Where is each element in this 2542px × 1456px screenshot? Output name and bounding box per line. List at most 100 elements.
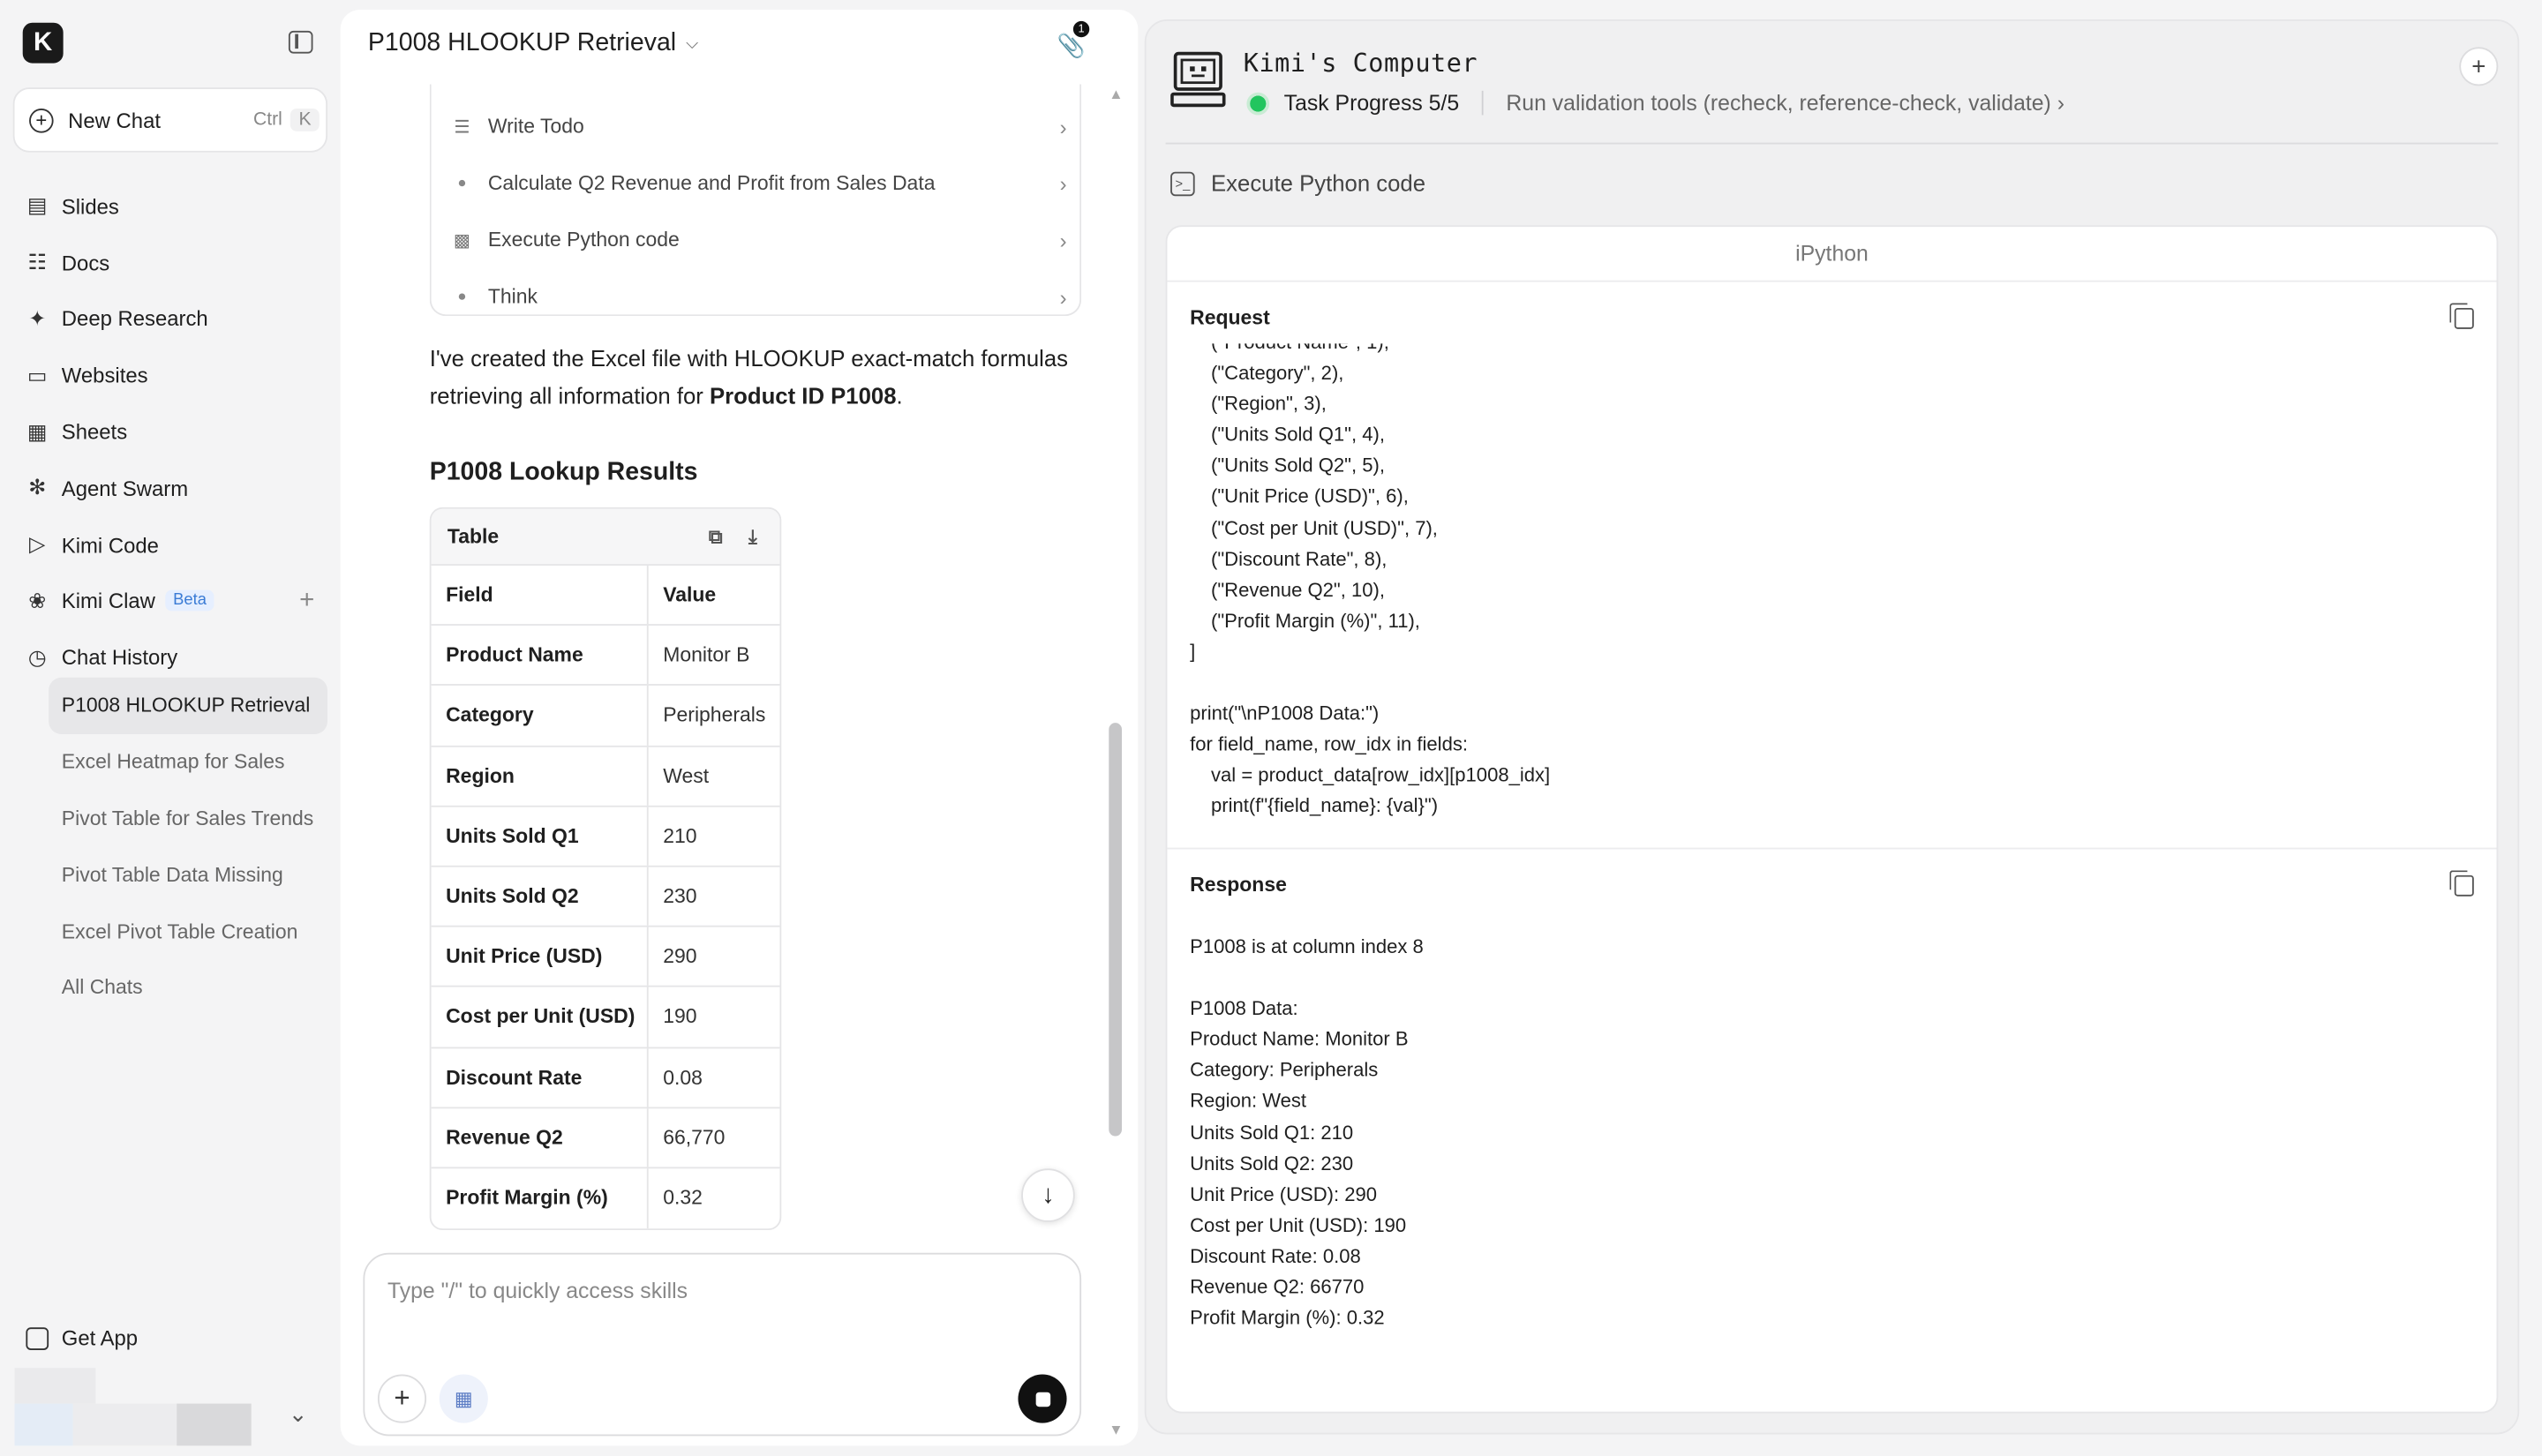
message-bold: Product ID P1008 [710,382,897,409]
code-line: Region: West [1190,1090,1307,1113]
value-cell: Monitor B [663,643,750,667]
code-line: Profit Margin (%): 0.32 [1190,1306,1385,1330]
panel-add-button[interactable]: + [2459,47,2499,86]
chevron-right-icon: › [1059,284,1067,309]
add-claw-icon[interactable]: + [299,587,314,616]
value-cell: 66,770 [663,1126,726,1149]
step-calculate[interactable]: Calculate Q2 Revenue and Profit from Sal… [451,167,1067,199]
step-execute-python[interactable]: ▩ Execute Python code › [451,223,1067,256]
sidebar-item-websites[interactable]: ▭ Websites [26,348,334,404]
attachment-count-badge: 1 [1072,20,1090,38]
paperclip-icon[interactable]: 📎 [1057,33,1086,58]
history-item[interactable]: Pivot Table for Sales Trends [49,791,327,847]
assistant-message: I've created the Excel file with HLOOKUP… [430,341,1079,415]
lookup-results-table: Table ⧉ ⤓ Field Value Product Name Monito… [429,507,782,1231]
sidebar-item-deep-research[interactable]: ✦ Deep Research [26,291,334,348]
device-icon [26,1326,49,1350]
sidebar-item-kimi-code[interactable]: ▷ Kimi Code [26,517,334,574]
table-row: Category Peripherals [431,686,780,747]
code-line: Revenue Q2: 66770 [1190,1275,1365,1299]
scroll-up-arrow[interactable]: ▲ [1109,86,1123,101]
get-app-button[interactable]: Get App [26,1325,138,1350]
copy-icon[interactable] [2449,870,2474,897]
code-line: Product Name: Monitor B [1190,1027,1409,1051]
chat-title-dropdown[interactable]: P1008 HLOOKUP Retrieval ⌵ [368,29,698,58]
value-cell: 210 [663,824,697,848]
scrollbar-thumb[interactable] [1109,723,1122,1137]
sidebar-item-label: Slides [61,194,119,219]
bullet-icon [458,293,466,300]
code-line: val = product_data[row_idx][p1008_idx] [1211,763,1551,787]
sidebar-item-sheets[interactable]: ▦ Sheets [26,404,334,461]
kimi-logo[interactable]: K [22,22,64,64]
new-chat-button[interactable]: + New Chat Ctrl K [12,87,328,153]
copy-icon[interactable] [2449,303,2474,329]
table-row: Profit Margin (%) 0.32 [432,1168,780,1229]
scroll-to-bottom-button[interactable]: ↓ [1021,1168,1075,1222]
table-row: Units Sold Q1 210 [431,807,780,867]
shortcut-hint: Ctrl K [253,109,320,131]
chat-panel: P1008 HLOOKUP Retrieval ⌵ 📎 1 ☰ Write To… [340,10,1139,1446]
chevron-right-icon: › [1059,228,1067,252]
sidebar-item-label: Deep Research [61,307,208,332]
bullet-icon [458,179,466,187]
request-title: Request [1190,306,1270,329]
value-cell: West [663,764,710,788]
history-icon: ◷ [27,644,47,670]
chevron-right-icon: › [2050,90,2064,116]
table-row: Units Sold Q2 230 [431,867,780,927]
avatar[interactable] [14,1368,252,1446]
add-attachment-button[interactable]: + [377,1374,427,1423]
sidebar-item-slides[interactable]: ▤ Slides [26,178,334,235]
sidebar-collapse-icon[interactable] [288,30,313,54]
history-item-active[interactable]: P1008 HLOOKUP Retrieval [49,677,328,734]
slides-icon: ▤ [26,193,48,218]
code-line: Discount Rate: 0.08 [1190,1244,1361,1268]
stop-generation-button[interactable] [1018,1374,1067,1423]
table-row: Region West [431,746,780,807]
sidebar-item-docs[interactable]: ☷ Docs [26,235,334,291]
table-row: Product Name Monitor B [431,626,780,687]
code-line: ("Revenue Q2", 10), [1211,578,1386,601]
field-cell: Discount Rate [432,1047,649,1107]
terminal-icon: ▩ [453,230,471,251]
sidebar-item-label: Kimi Code [61,532,159,558]
step-think[interactable]: Think › [451,281,1067,313]
chevron-down-icon[interactable]: ⌄ [289,1400,308,1428]
step-write-todo[interactable]: ☰ Write Todo › [451,110,1066,143]
message-end: . [896,382,903,409]
sidebar-item-agent-swarm[interactable]: ✻ Agent Swarm [26,461,334,517]
message-composer[interactable]: Type "/" to quickly access skills + ▦ [363,1252,1082,1437]
scroll-down-arrow[interactable]: ▼ [1109,1422,1123,1437]
value-cell: 0.32 [663,1187,703,1211]
copy-icon[interactable]: ⧉ [709,524,723,549]
tool-name: Execute Python code [1211,169,1426,197]
history-item[interactable]: Excel Heatmap for Sales [49,734,327,791]
composer-input[interactable]: Type "/" to quickly access skills [387,1279,688,1303]
chevron-right-icon: › [1059,170,1067,196]
value-cell: Peripherals [663,703,766,727]
request-code-viewport[interactable]: ("Product Name", 1), ("Category", 2), ("Re… [1167,343,2496,829]
all-chats-link[interactable]: All Chats [49,959,327,1016]
history-item[interactable]: Excel Pivot Table Creation [49,903,327,959]
field-cell: Category [432,686,649,746]
code-line: Cost per Unit (USD): 190 [1190,1213,1407,1237]
code-line: ("Units Sold Q2", 5), [1211,454,1385,477]
sidebar-item-label: Websites [61,363,148,388]
field-cell: Region [432,746,649,806]
download-icon[interactable]: ⤓ [748,524,757,549]
sidebar-item-kimi-claw[interactable]: ❀ Kimi Claw Beta + [26,573,334,629]
claw-icon: ❀ [28,588,47,613]
history-item[interactable]: Pivot Table Data Missing [49,846,327,903]
column-header: Field [432,566,649,625]
code-line: Category: Peripherals [1190,1059,1379,1082]
new-chat-label: New Chat [68,108,161,132]
task-progress[interactable]: Task Progress 5/5 Run validation tools (… [1246,90,2064,116]
deep-research-icon: ✦ [28,306,47,331]
table-row: Revenue Q2 66,770 [431,1107,780,1169]
chat-history-list: P1008 HLOOKUP Retrieval Excel Heatmap fo… [49,677,328,1016]
code-line: ("Product Name", 1), [1190,343,2455,358]
sheets-tool-button[interactable]: ▦ [439,1374,488,1423]
